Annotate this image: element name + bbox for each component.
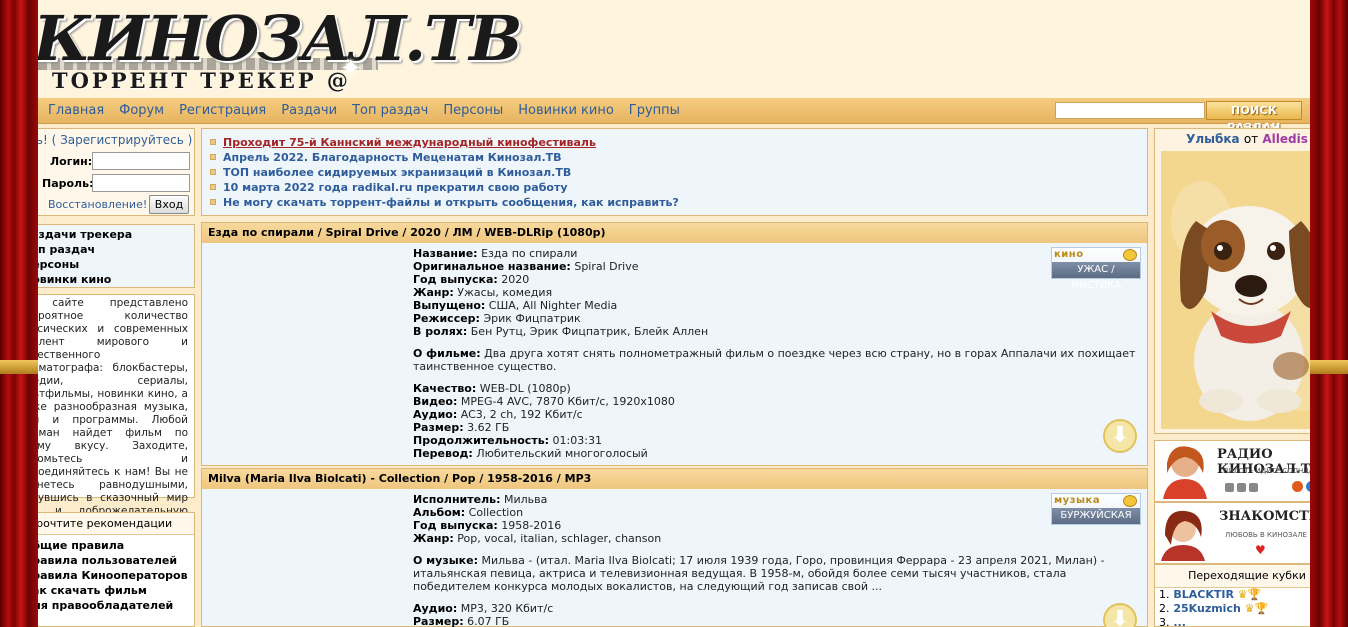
play-icon[interactable] bbox=[1225, 483, 1234, 492]
heart-icon: ♥ bbox=[1255, 543, 1266, 557]
release-details: Название: Езда по спирали Оригинальное н… bbox=[413, 247, 1136, 460]
smiley-icon bbox=[1123, 249, 1137, 261]
stop-icon[interactable] bbox=[1249, 483, 1258, 492]
pause-icon[interactable] bbox=[1237, 483, 1246, 492]
download-icon[interactable]: ⬇ bbox=[1103, 603, 1137, 627]
release-card: Езда по спирали / Spiral Drive / 2020 / … bbox=[201, 222, 1148, 466]
main-navbar: Главная Форум Регистрация Раздачи Топ ра… bbox=[38, 98, 1310, 134]
search-input[interactable] bbox=[1055, 102, 1205, 119]
category-badge[interactable]: кино УЖАС / МИСТИКА bbox=[1051, 247, 1141, 291]
nav-link-persons[interactable]: Персоны bbox=[443, 103, 503, 118]
login-field[interactable] bbox=[92, 152, 190, 170]
restore-link[interactable]: Восстановление! bbox=[48, 198, 147, 211]
curtain-right-decoration bbox=[1310, 0, 1348, 627]
singer-portrait bbox=[1157, 443, 1213, 499]
smiley-icon bbox=[1123, 495, 1137, 507]
news-link[interactable]: Апрель 2022. Благодарность Меценатам Кин… bbox=[210, 150, 1147, 165]
release-details: Исполнитель: Мильва Альбом: Collection Г… bbox=[413, 493, 1105, 627]
nav-link-forum[interactable]: Форум bbox=[119, 103, 164, 118]
nav-link-register[interactable]: Регистрация bbox=[179, 103, 266, 118]
puppy-illustration[interactable] bbox=[1161, 151, 1335, 429]
news-link[interactable]: Проходит 75-й Каннский международный кин… bbox=[210, 135, 1147, 150]
password-label: Пароль: bbox=[42, 177, 94, 190]
release-title[interactable]: Milva (Maria Ilva Biolcati) - Collection… bbox=[202, 469, 1147, 489]
winamp-icon[interactable] bbox=[1292, 481, 1303, 492]
radio-controls bbox=[1225, 483, 1258, 492]
news-link[interactable]: 10 марта 2022 года radikal.ru прекратил … bbox=[210, 180, 1147, 195]
logo-subtitle: ТОРРЕНТ ТРЕКЕР @ bbox=[52, 68, 351, 93]
site-logo[interactable]: КИНОЗАЛ.ТВ ТОРРЕНТ ТРЕКЕР @ ✦ bbox=[33, 4, 522, 96]
password-field[interactable] bbox=[92, 174, 190, 192]
sparkle-icon: ✦ bbox=[340, 54, 362, 84]
dating-subtitle: ЛЮБОВЬ В КИНОЗАЛЕ bbox=[1225, 531, 1307, 539]
search-button[interactable]: ПОИСК РАЗДАЧ bbox=[1206, 101, 1302, 134]
crown-icon: ♛🏆 bbox=[1237, 588, 1262, 601]
news-link[interactable]: ТОП наиболее сидируемых экранизаций в Ки… bbox=[210, 165, 1147, 180]
radio-subtitle: ПИЛОТ - ИДИТЕ СОЛНЦА bbox=[1223, 467, 1314, 475]
logo-title: КИНОЗАЛ.ТВ bbox=[33, 2, 522, 75]
curtain-left-decoration bbox=[0, 0, 38, 627]
news-panel: Проходит 75-й Каннский международный кин… bbox=[201, 128, 1148, 216]
nav-link-releases[interactable]: Раздачи bbox=[281, 103, 337, 118]
nav-link-home[interactable]: Главная bbox=[48, 103, 104, 118]
nav-link-top[interactable]: Топ раздач bbox=[352, 103, 428, 118]
site-header: КИНОЗАЛ.ТВ ТОРРЕНТ ТРЕКЕР @ ✦ bbox=[33, 0, 1310, 98]
smile-author-link[interactable]: Alledis bbox=[1262, 132, 1308, 146]
news-link[interactable]: Не могу скачать торрент-файлы и открыть … bbox=[210, 195, 1147, 210]
woman-portrait bbox=[1157, 505, 1213, 561]
login-label: Логин: bbox=[50, 155, 93, 168]
download-icon[interactable]: ⬇ bbox=[1103, 419, 1137, 453]
release-title[interactable]: Езда по спирали / Spiral Drive / 2020 / … bbox=[202, 223, 1147, 243]
nav-link-new-movies[interactable]: Новинки кино bbox=[518, 103, 614, 118]
release-card: Milva (Maria Ilva Biolcati) - Collection… bbox=[201, 468, 1148, 627]
nav-link-groups[interactable]: Группы bbox=[629, 103, 680, 118]
crown-icon: ♛🏆 bbox=[1244, 602, 1269, 615]
category-badge[interactable]: музыка БУРЖУЙСКАЯ bbox=[1051, 493, 1141, 525]
login-button[interactable]: Вход bbox=[149, 195, 189, 214]
